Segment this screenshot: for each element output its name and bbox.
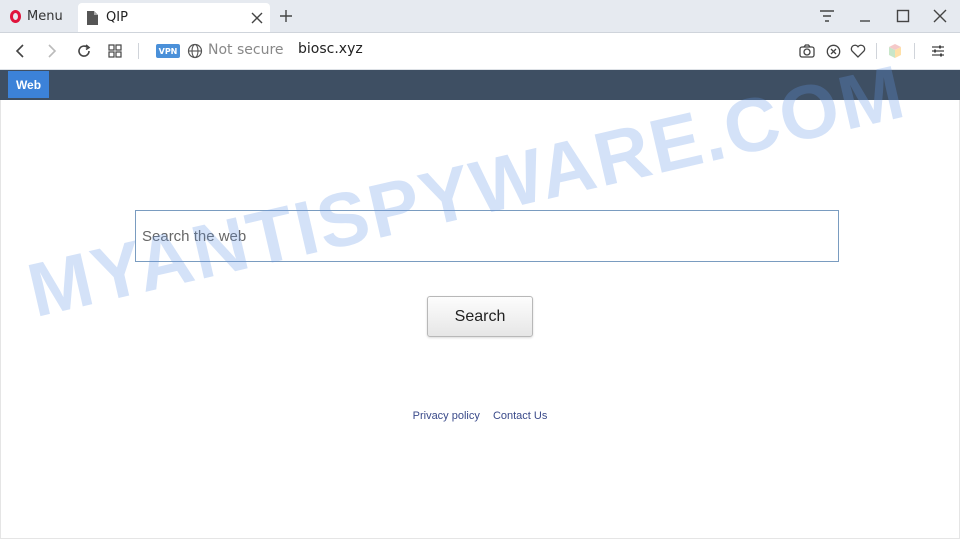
security-status[interactable]: Not secure [208,42,284,58]
tab-title: QIP [106,10,128,25]
opera-logo-icon [10,9,21,23]
maximize-icon[interactable] [890,4,916,28]
tab-strip: Menu QIP [0,0,960,33]
opera-menu-button[interactable]: Menu [6,4,72,28]
contact-us-link[interactable]: Contact Us [493,410,547,422]
toolbar-separator [876,43,877,59]
site-header-bar: Web [0,70,960,100]
minimize-icon[interactable] [852,4,878,28]
vpn-badge[interactable]: VPN [156,44,180,58]
address-toolbar: VPN Not secure biosc.xyz [0,33,960,70]
toolbar-separator [914,43,915,59]
speed-dial-grid-icon[interactable] [103,39,127,63]
heart-bookmark-icon[interactable] [846,39,870,63]
ad-blocker-icon[interactable] [821,39,845,63]
search-button[interactable]: Search [427,296,533,337]
search-input[interactable] [135,210,839,262]
reload-icon[interactable] [72,39,96,63]
close-window-icon[interactable] [927,4,953,28]
easy-setup-icon[interactable] [814,4,840,28]
toolbar-separator [138,43,139,59]
camera-snapshot-icon[interactable] [795,39,819,63]
extension-cube-icon[interactable] [883,39,907,63]
forward-icon[interactable] [40,39,64,63]
globe-icon[interactable] [187,43,203,59]
browser-tab[interactable]: QIP [78,3,270,32]
footer-links: Privacy policy Contact Us [0,410,960,422]
address-url[interactable]: biosc.xyz [298,41,363,57]
file-icon [87,10,98,25]
back-icon[interactable] [8,39,32,63]
new-tab-plus-icon[interactable] [274,4,298,28]
privacy-policy-link[interactable]: Privacy policy [413,410,480,422]
nav-tab-web[interactable]: Web [8,71,49,98]
menu-label: Menu [27,8,63,24]
easy-setup-sliders-icon[interactable] [926,39,950,63]
tab-close-icon[interactable] [244,5,270,31]
